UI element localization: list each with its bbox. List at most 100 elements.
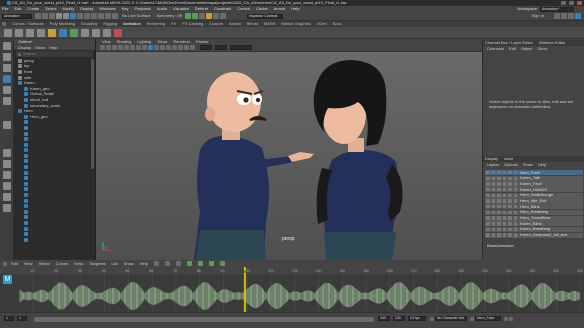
- ipr-render-icon[interactable]: [191, 13, 198, 19]
- render-view-icon[interactable]: [212, 13, 219, 19]
- channel-menu-show[interactable]: Show: [537, 47, 547, 51]
- viewport-menu-view[interactable]: View: [102, 39, 111, 44]
- layer-solo-icon[interactable]: [491, 187, 495, 192]
- layer-ghost-icon[interactable]: [502, 233, 506, 237]
- last-tool-icon[interactable]: [2, 121, 11, 129]
- layer-weight-icon[interactable]: [513, 170, 517, 175]
- shelf-settings-icon[interactable]: [2, 22, 6, 26]
- workspace-dropdown[interactable]: Animation*: [540, 6, 574, 12]
- snap-grid-icon[interactable]: [91, 13, 97, 19]
- layer-solo-icon[interactable]: [491, 222, 495, 226]
- isolate-select-icon[interactable]: [184, 45, 189, 50]
- layer-solo-icon[interactable]: [491, 199, 495, 203]
- layer-weight-icon[interactable]: [513, 176, 517, 181]
- ambient-occlusion-icon[interactable]: [172, 45, 177, 50]
- layer-tab-display[interactable]: Display: [485, 157, 498, 161]
- shelf-tab-custom[interactable]: Custom: [209, 22, 223, 26]
- channel-menu-channels[interactable]: Channels: [487, 47, 504, 51]
- menu-key[interactable]: Key: [122, 7, 129, 11]
- shelf-ghost-icon[interactable]: [70, 28, 78, 37]
- layer-mute-icon[interactable]: [486, 187, 490, 192]
- shelf-dope-sheet-icon[interactable]: [37, 28, 45, 37]
- layer-mute-icon[interactable]: [486, 233, 490, 237]
- shelf-graph-editor-icon[interactable]: [26, 28, 34, 37]
- graph-menu-select[interactable]: Select: [39, 261, 50, 266]
- graph-menu-view[interactable]: View: [24, 261, 33, 266]
- layer-key-icon[interactable]: [508, 187, 512, 192]
- graph-menu-curves[interactable]: Curves: [56, 261, 69, 266]
- layer-lock-icon[interactable]: [497, 170, 501, 175]
- menu-file[interactable]: File: [2, 7, 8, 11]
- layer-ghost-icon[interactable]: [502, 222, 506, 226]
- menu-constrain[interactable]: Constrain: [214, 7, 231, 11]
- layer-solo-icon[interactable]: [491, 227, 495, 232]
- layer-menu-help[interactable]: Help: [538, 163, 546, 167]
- new-scene-icon[interactable]: [35, 13, 41, 19]
- grid-toggle-icon[interactable]: [124, 45, 129, 50]
- shelf-breakdown-icon[interactable]: [15, 28, 23, 37]
- outliner-search-placeholder[interactable]: Search...: [23, 52, 39, 56]
- flat-tangent-icon[interactable]: [219, 261, 225, 266]
- viewport-menu-panels[interactable]: Panels: [196, 39, 208, 44]
- layer-solo-icon[interactable]: [491, 216, 495, 220]
- paint-select-tool-icon[interactable]: [2, 64, 11, 72]
- live-surface-label[interactable]: No Live Surface: [122, 14, 150, 18]
- playback-start-field[interactable]: 1: [17, 316, 27, 321]
- layer-weight-icon[interactable]: [513, 187, 517, 192]
- linear-tangent-icon[interactable]: [197, 261, 203, 266]
- frame-playback-icon[interactable]: [175, 261, 181, 266]
- shelf-constraint-icon[interactable]: [81, 28, 89, 37]
- layer-solo-icon[interactable]: [491, 204, 495, 209]
- open-scene-icon[interactable]: [42, 13, 48, 19]
- menu-edit[interactable]: Edit: [14, 7, 21, 11]
- layer-solo-icon[interactable]: [491, 182, 495, 186]
- layer-ghost-icon[interactable]: [502, 227, 506, 232]
- shelf-key-icon[interactable]: [4, 28, 12, 37]
- workspace-selector[interactable]: Workspace: Animation*: [517, 6, 580, 12]
- graph-menu-help[interactable]: Help: [140, 261, 148, 266]
- layer-key-icon[interactable]: [508, 210, 512, 215]
- layer-menu-show[interactable]: Show: [523, 163, 533, 167]
- select-component-icon[interactable]: [84, 13, 90, 19]
- select-tool-icon[interactable]: [2, 42, 11, 50]
- tool-settings-toggle-icon[interactable]: [568, 13, 574, 19]
- shelf-tab-rendering[interactable]: Rendering: [147, 22, 165, 26]
- bookmark-icon[interactable]: [112, 45, 117, 50]
- snap-curve-icon[interactable]: [98, 13, 104, 19]
- menu-arnold[interactable]: Arnold: [274, 7, 286, 11]
- layer-weight-icon[interactable]: [513, 216, 517, 220]
- layer-ghost-icon[interactable]: [502, 216, 506, 220]
- select-object-icon[interactable]: [77, 13, 83, 19]
- viewport-menu-shading[interactable]: Shading: [117, 39, 132, 44]
- outliner-search[interactable]: Search...: [16, 51, 93, 57]
- resolution-gate-icon[interactable]: [136, 45, 141, 50]
- shadows-icon[interactable]: [166, 45, 171, 50]
- image-plane-icon[interactable]: [118, 45, 123, 50]
- anim-layer-row[interactable]: Karen_Gestures2_full_text: [485, 232, 583, 238]
- layer-weight-icon[interactable]: [513, 227, 517, 232]
- lasso-tool-icon[interactable]: [2, 53, 11, 61]
- shelf-joint-icon[interactable]: [103, 28, 111, 37]
- menu-visualize[interactable]: Visualize: [173, 7, 189, 11]
- layout-settings-icon[interactable]: [2, 204, 11, 212]
- layer-weight-icon[interactable]: [513, 222, 517, 226]
- move-tool-icon[interactable]: [2, 75, 11, 83]
- shelf-tab-sculpting[interactable]: Sculpting: [81, 22, 97, 26]
- anim-layer-dropdown[interactable]: Hero_Face: [475, 316, 501, 321]
- outliner-item[interactable]: [14, 237, 95, 243]
- camera-select-icon[interactable]: [100, 45, 105, 50]
- camera-attributes-icon[interactable]: [106, 45, 111, 50]
- render-settings-icon[interactable]: [198, 13, 205, 19]
- layer-ghost-icon[interactable]: [502, 176, 506, 181]
- redo-icon[interactable]: [63, 13, 69, 19]
- single-view-layout-icon[interactable]: [2, 149, 11, 157]
- layer-menu-layers[interactable]: Layers: [487, 163, 499, 167]
- channel-tab-attribute-editor[interactable]: Attribute Editor: [539, 41, 565, 45]
- menu-display[interactable]: Display: [80, 7, 93, 11]
- channel-menu-object[interactable]: Object: [521, 47, 533, 51]
- anim-layer-row[interactable]: Hero_Idle_Exit: [485, 198, 583, 204]
- side-by-side-layout-icon[interactable]: [2, 171, 11, 179]
- outliner-menu-help[interactable]: Help: [49, 45, 57, 50]
- exposure-field[interactable]: [200, 45, 212, 50]
- menu-modify[interactable]: Modify: [63, 7, 75, 11]
